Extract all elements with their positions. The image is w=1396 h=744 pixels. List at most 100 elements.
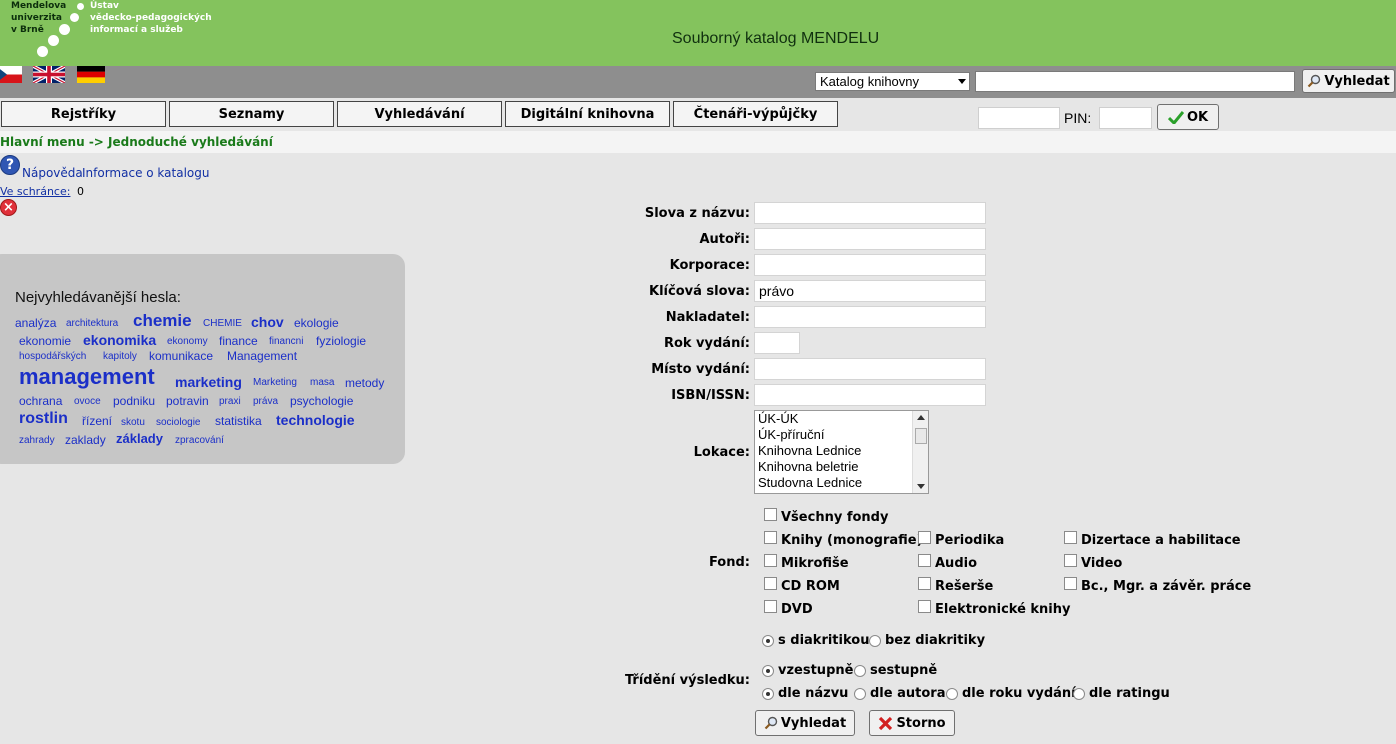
authors-input[interactable]	[754, 228, 986, 250]
tag-link[interactable]: ekonomika	[83, 332, 156, 348]
fund-research-checkbox[interactable]: Rešerše	[918, 577, 993, 594]
location-option[interactable]: ÚK-příruční	[755, 427, 928, 443]
tag-link[interactable]: podniku	[113, 394, 155, 408]
cart-link[interactable]: Ve schránce:	[0, 185, 70, 198]
tag-link[interactable]: ekonomy	[167, 336, 208, 347]
checkbox-box[interactable]	[1064, 554, 1077, 567]
nav-lists[interactable]: Seznamy	[169, 101, 334, 127]
tag-link[interactable]: skotu	[121, 417, 145, 428]
tag-link[interactable]: ekologie	[294, 316, 339, 330]
tag-link[interactable]: psychologie	[290, 394, 353, 408]
catalog-select[interactable]: Katalog knihovny	[815, 72, 970, 91]
sort-by-rating-radio[interactable]: dle ratingu	[1073, 686, 1170, 701]
sort-ascending-radio[interactable]: vzestupně	[762, 663, 853, 678]
radio-button[interactable]	[854, 664, 866, 677]
scroll-up-icon[interactable]	[917, 415, 925, 420]
sort-by-year-radio[interactable]: dle roku vydání	[946, 686, 1076, 701]
sort-by-author-radio[interactable]: dle autora	[854, 686, 945, 701]
fund-dissertations-checkbox[interactable]: Dizertace a habilitace	[1064, 531, 1241, 548]
tag-link[interactable]: architektura	[66, 318, 118, 329]
reader-id-input[interactable]	[978, 107, 1060, 129]
tag-link[interactable]: chemie	[133, 311, 192, 331]
checkbox-box[interactable]	[918, 554, 931, 567]
fund-audio-checkbox[interactable]: Audio	[918, 554, 977, 571]
tag-link[interactable]: analýza	[15, 316, 56, 330]
fund-ebooks-checkbox[interactable]: Elektronické knihy	[918, 600, 1071, 617]
tag-link[interactable]: marketing	[175, 374, 242, 390]
location-option[interactable]: Knihovna Lednice	[755, 443, 928, 459]
radio-button[interactable]	[946, 687, 958, 700]
radio-button[interactable]	[869, 634, 881, 647]
radio-button[interactable]	[762, 634, 774, 647]
place-input[interactable]	[754, 358, 986, 380]
tag-link[interactable]: technologie	[276, 412, 355, 428]
tag-link[interactable]: rostlin	[19, 410, 68, 428]
diacritics-off-radio[interactable]: bez diakritiky	[869, 633, 985, 648]
fund-cdrom-checkbox[interactable]: CD ROM	[764, 577, 840, 594]
fund-books-checkbox[interactable]: Knihy (monografie)	[764, 531, 923, 548]
login-ok-button[interactable]: OK	[1157, 104, 1219, 130]
nav-indexes[interactable]: Rejstříky	[1, 101, 166, 127]
sort-by-title-radio[interactable]: dle názvu	[762, 686, 848, 701]
tag-link[interactable]: sociologie	[156, 417, 200, 428]
tag-link[interactable]: základy	[116, 431, 163, 446]
tag-link[interactable]: chov	[251, 314, 284, 330]
tag-link[interactable]: Marketing	[253, 377, 297, 388]
diacritics-on-radio[interactable]: s diakritikou	[762, 633, 869, 648]
help-link[interactable]: Nápověda	[22, 166, 83, 180]
pin-input[interactable]	[1099, 107, 1152, 129]
quick-search-input[interactable]	[975, 71, 1295, 92]
location-listbox[interactable]: ÚK-ÚK ÚK-příruční Knihovna Lednice Kniho…	[754, 410, 929, 494]
nav-search[interactable]: Vyhledávání	[337, 101, 502, 127]
breadcrumb[interactable]: Hlavní menu -> Jednoduché vyhledávání	[0, 135, 273, 149]
tag-link[interactable]: finance	[219, 334, 258, 348]
clear-cart-icon[interactable]: ×	[0, 199, 17, 216]
tag-link[interactable]: komunikace	[149, 349, 213, 363]
fund-dvd-checkbox[interactable]: DVD	[764, 600, 813, 617]
tag-link[interactable]: kapitoly	[103, 351, 137, 362]
tag-link[interactable]: Management	[227, 349, 297, 363]
publisher-input[interactable]	[754, 306, 986, 328]
radio-button[interactable]	[854, 687, 866, 700]
tag-link[interactable]: praxi	[219, 396, 241, 407]
czech-flag-icon[interactable]	[0, 66, 22, 83]
tag-link[interactable]: zaklady	[65, 433, 106, 447]
checkbox-box[interactable]	[918, 577, 931, 590]
tag-link[interactable]: management	[19, 364, 155, 390]
fund-periodicals-checkbox[interactable]: Periodika	[918, 531, 1004, 548]
fund-theses-checkbox[interactable]: Bc., Mgr. a závěr. práce	[1064, 577, 1251, 594]
year-input[interactable]	[754, 332, 800, 354]
isbn-input[interactable]	[754, 384, 986, 406]
uk-flag-icon[interactable]	[33, 66, 65, 83]
checkbox-box[interactable]	[764, 508, 777, 521]
location-option[interactable]: Knihovna beletrie	[755, 459, 928, 475]
scrollbar-thumb[interactable]	[915, 428, 927, 444]
radio-button[interactable]	[762, 687, 774, 700]
fund-microfiche-checkbox[interactable]: Mikrofiše	[764, 554, 849, 571]
nav-digital-library[interactable]: Digitální knihovna	[505, 101, 670, 127]
tag-link[interactable]: hospodářských	[19, 351, 86, 362]
keywords-input[interactable]: právo	[754, 280, 986, 302]
tag-link[interactable]: zahrady	[19, 435, 55, 446]
checkbox-box[interactable]	[1064, 577, 1077, 590]
german-flag-icon[interactable]	[77, 66, 105, 83]
tag-link[interactable]: statistika	[215, 414, 262, 428]
sort-descending-radio[interactable]: sestupně	[854, 663, 937, 678]
radio-button[interactable]	[762, 664, 774, 677]
help-icon[interactable]: ?	[0, 155, 20, 175]
tag-link[interactable]: ekonomie	[19, 334, 71, 348]
tag-link[interactable]: řízení	[82, 414, 112, 428]
quick-search-button[interactable]: Vyhledat	[1302, 69, 1395, 93]
checkbox-box[interactable]	[1064, 531, 1077, 544]
tag-link[interactable]: metody	[345, 376, 384, 390]
tag-link[interactable]: financni	[269, 336, 303, 347]
search-button[interactable]: Vyhledat	[755, 710, 855, 736]
location-option[interactable]: ÚK-ÚK	[755, 411, 928, 427]
location-scrollbar[interactable]	[912, 411, 928, 493]
tag-link[interactable]: ochrana	[19, 394, 62, 408]
nav-readers-loans[interactable]: Čtenáři-výpůjčky	[673, 101, 838, 127]
university-logo[interactable]: Mendelova univerzita v Brně Ústav vědeck…	[0, 0, 212, 66]
tag-link[interactable]: CHEMIE	[203, 318, 242, 329]
checkbox-box[interactable]	[918, 600, 931, 613]
checkbox-box[interactable]	[764, 600, 777, 613]
